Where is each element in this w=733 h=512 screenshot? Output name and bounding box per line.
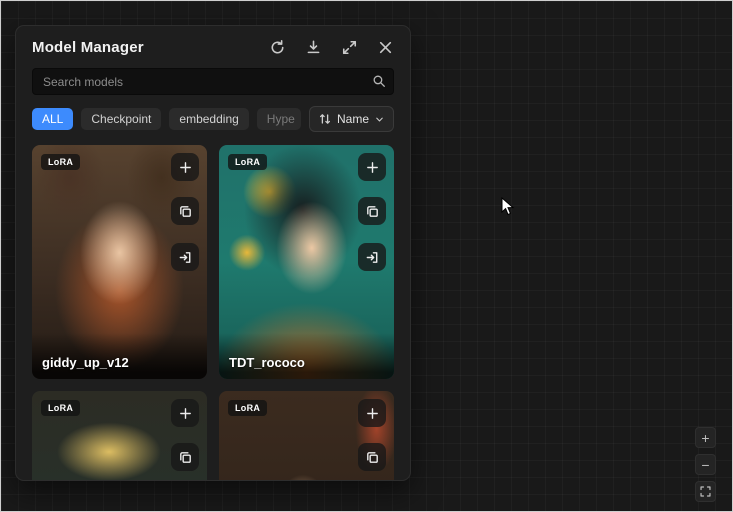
app-canvas: Model Manager (0, 0, 733, 512)
sort-icon (318, 112, 332, 126)
model-card[interactable]: LoRA giddy_up_v12 (32, 145, 207, 379)
add-model-button[interactable] (171, 153, 199, 181)
model-name: giddy_up_v12 (32, 333, 207, 379)
model-card[interactable]: LoRA (219, 391, 394, 480)
model-type-badge: LoRA (41, 400, 80, 416)
copy-icon (178, 450, 193, 465)
plus-icon (365, 160, 380, 175)
plus-icon (178, 160, 193, 175)
panel-title: Model Manager (32, 39, 269, 56)
fit-view-icon (699, 485, 712, 498)
zoom-out-button[interactable]: − (695, 454, 716, 475)
filter-row: ALL Checkpoint embedding Hype Name (32, 106, 394, 132)
sort-label: Name (337, 112, 369, 126)
panel-header-icons (269, 39, 394, 56)
filter-chip-hypernetwork[interactable]: Hype (257, 108, 301, 130)
copy-icon (365, 204, 380, 219)
model-card[interactable]: LoRA (32, 391, 207, 480)
model-type-badge: LoRA (228, 154, 267, 170)
copy-icon (365, 450, 380, 465)
filter-chip-checkpoint[interactable]: Checkpoint (81, 108, 161, 130)
chevron-down-icon (374, 114, 385, 125)
copy-model-button[interactable] (171, 197, 199, 225)
copy-model-button[interactable] (171, 443, 199, 471)
panel-header: Model Manager (16, 26, 410, 65)
fit-view-button[interactable] (695, 481, 716, 502)
copy-model-button[interactable] (358, 443, 386, 471)
copy-icon (178, 204, 193, 219)
filter-chip-embedding[interactable]: embedding (169, 108, 248, 130)
copy-model-button[interactable] (358, 197, 386, 225)
filter-chip-all[interactable]: ALL (32, 108, 73, 130)
model-card[interactable]: LoRA TDT_rococo (219, 145, 394, 379)
download-icon[interactable] (305, 39, 322, 56)
model-type-badge: LoRA (228, 400, 267, 416)
load-model-icon (178, 250, 193, 265)
add-model-button[interactable] (358, 399, 386, 427)
canvas-zoom-controls: + − (695, 427, 716, 502)
model-manager-panel: Model Manager (15, 25, 411, 481)
model-name: TDT_rococo (219, 333, 394, 379)
model-card-grid: LoRA giddy_up_v12 LoRA (16, 145, 410, 480)
plus-icon (178, 406, 193, 421)
close-icon[interactable] (377, 39, 394, 56)
add-model-button[interactable] (358, 153, 386, 181)
add-model-button[interactable] (171, 399, 199, 427)
zoom-in-button[interactable]: + (695, 427, 716, 448)
load-model-button[interactable] (171, 243, 199, 271)
plus-icon (365, 406, 380, 421)
load-model-button[interactable] (358, 243, 386, 271)
mouse-cursor (501, 197, 515, 217)
model-type-badge: LoRA (41, 154, 80, 170)
search-bar (32, 68, 394, 95)
expand-icon[interactable] (341, 39, 358, 56)
search-icon (372, 74, 386, 88)
load-model-icon (365, 250, 380, 265)
refresh-icon[interactable] (269, 39, 286, 56)
sort-dropdown[interactable]: Name (309, 106, 394, 132)
search-input[interactable] (32, 68, 394, 95)
